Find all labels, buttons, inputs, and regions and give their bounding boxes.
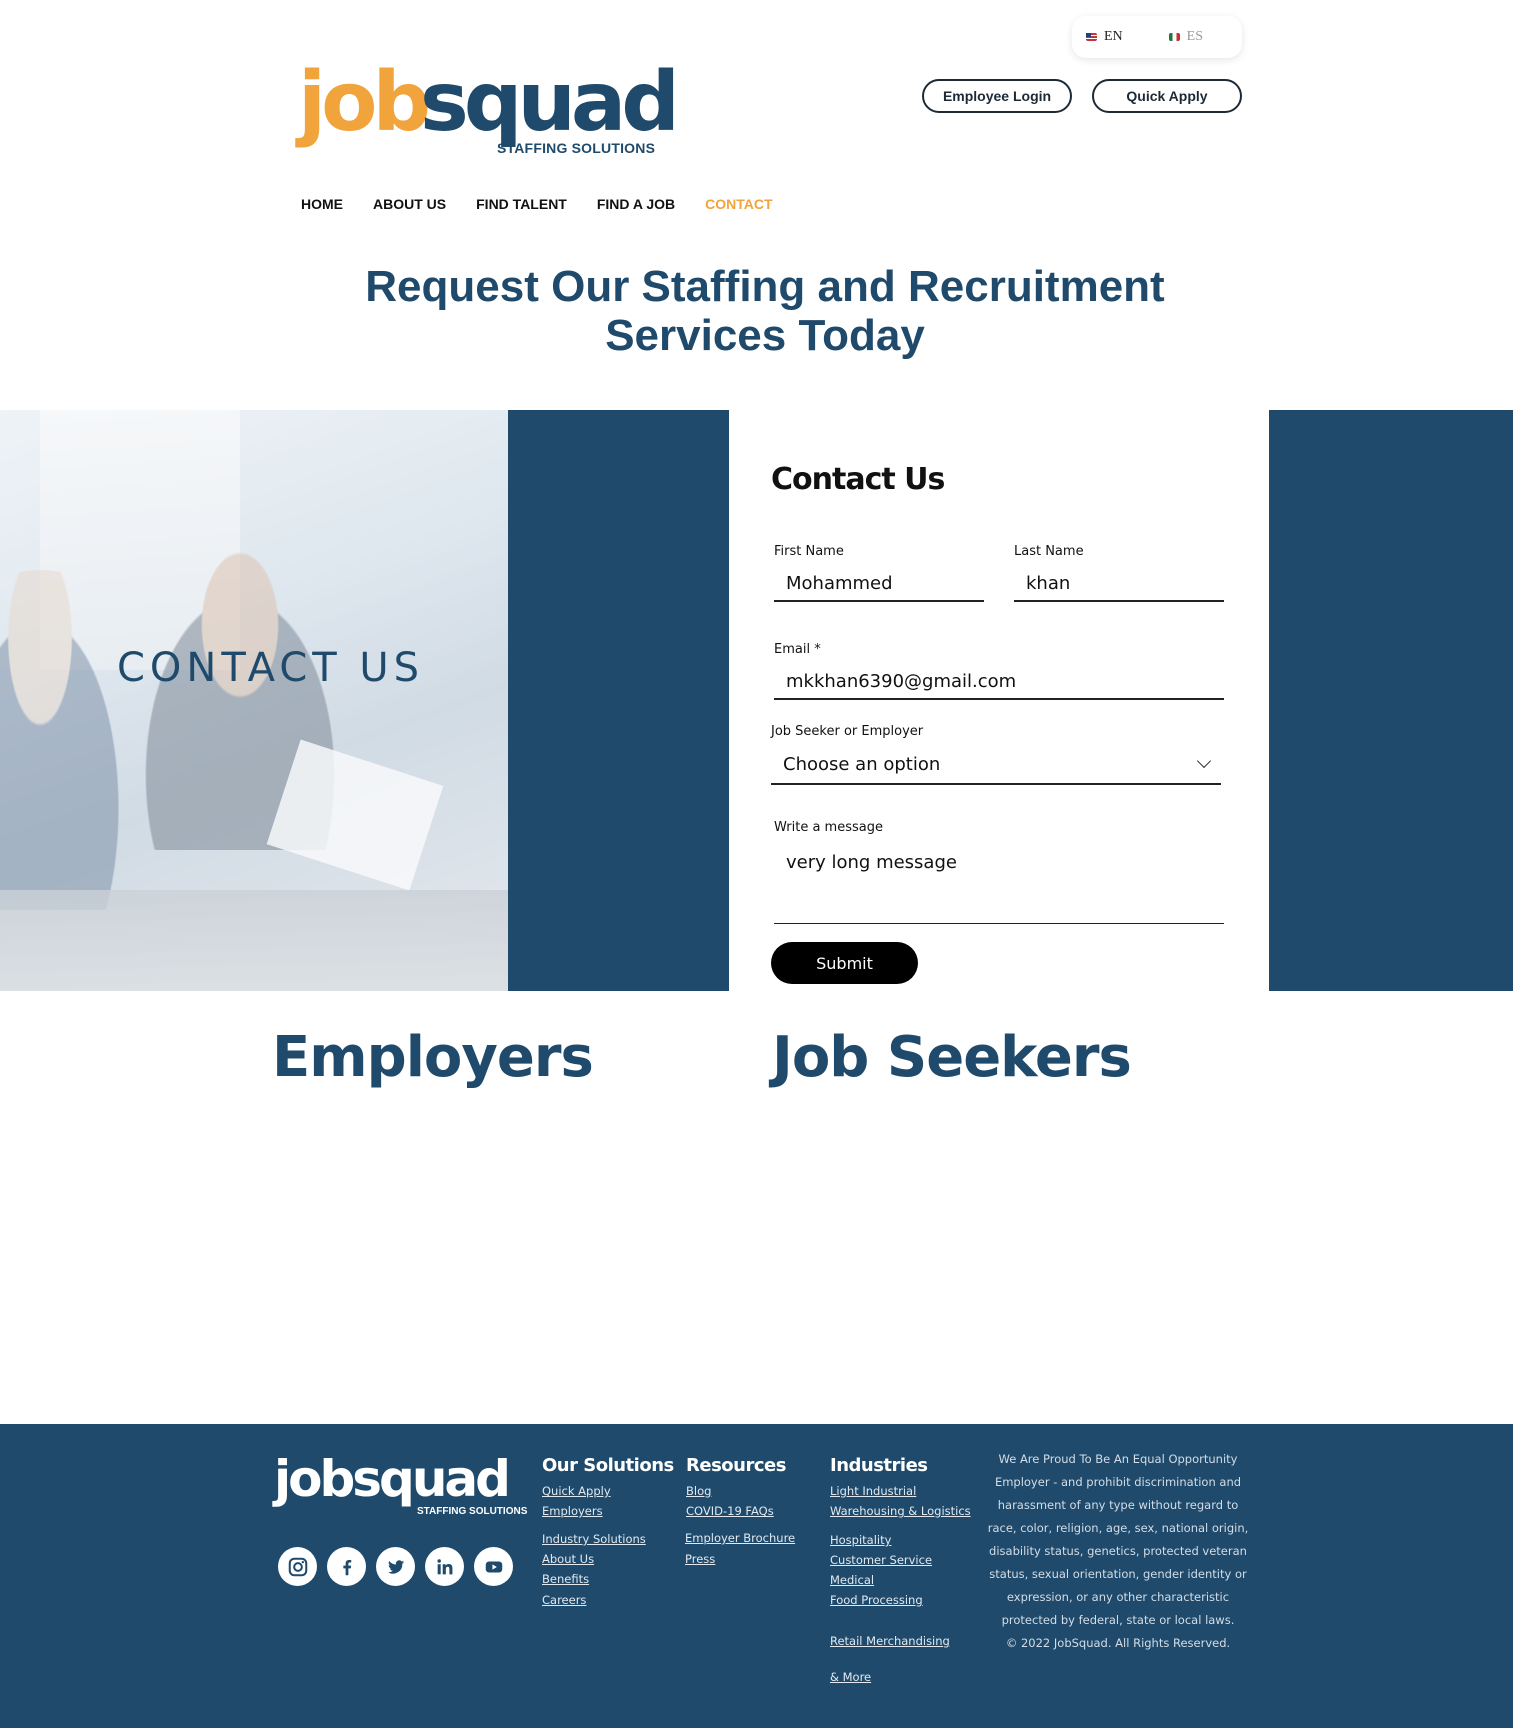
instagram-icon[interactable] xyxy=(278,1547,317,1586)
nav-find-a-job[interactable]: FIND A JOB xyxy=(597,196,675,212)
footer-link-quick-apply[interactable]: Quick Apply xyxy=(542,1484,611,1498)
copyright-text: © 2022 JobSquad. All Rights Reserved. xyxy=(1005,1636,1231,1650)
industries-heading: Industries xyxy=(830,1455,928,1476)
message-label: Write a message xyxy=(774,820,883,835)
youtube-icon[interactable] xyxy=(474,1547,513,1586)
footer-link-covid-faqs[interactable]: COVID-19 FAQs xyxy=(686,1504,774,1518)
submit-button[interactable]: Submit xyxy=(771,942,918,984)
message-textarea[interactable]: very long message xyxy=(774,844,1224,924)
contact-hero-image xyxy=(0,410,508,991)
footer-link-employer-brochure[interactable]: Employer Brochure xyxy=(685,1531,795,1545)
lang-es-label: ES xyxy=(1186,29,1204,44)
nav-contact[interactable]: CONTACT xyxy=(705,196,772,212)
footer-link-careers[interactable]: Careers xyxy=(542,1593,586,1607)
lang-en-label: EN xyxy=(1104,29,1123,44)
linkedin-icon[interactable] xyxy=(425,1547,464,1586)
first-name-field[interactable] xyxy=(774,566,984,602)
footer-link-retail-merchandising[interactable]: Retail Merchandising xyxy=(830,1634,950,1648)
job-seekers-heading: Job Seekers xyxy=(772,1025,1132,1090)
footer-link-food-processing[interactable]: Food Processing xyxy=(830,1593,923,1607)
footer-link-about-us[interactable]: About Us xyxy=(542,1552,594,1566)
facebook-icon[interactable] xyxy=(327,1547,366,1586)
navy-panel-left xyxy=(508,410,729,991)
main-nav: HOME ABOUT US FIND TALENT FIND A JOB CON… xyxy=(301,196,773,212)
logo-job-text: job xyxy=(298,55,431,150)
contact-hero-title: CONTACT US xyxy=(117,645,425,691)
first-name-label: First Name xyxy=(774,544,844,559)
eeo-text: We Are Proud To Be An Equal Opportunity … xyxy=(987,1452,1249,1627)
our-solutions-heading: Our Solutions xyxy=(542,1455,674,1476)
twitter-icon[interactable] xyxy=(376,1547,415,1586)
footer-link-benefits[interactable]: Benefits xyxy=(542,1572,589,1586)
logo-squad-text: squad xyxy=(420,55,680,150)
seeker-type-select[interactable]: Choose an option xyxy=(771,745,1221,785)
last-name-label: Last Name xyxy=(1014,544,1084,559)
nav-find-talent[interactable]: FIND TALENT xyxy=(476,196,567,212)
footer-logo-subtitle: STAFFING SOLUTIONS xyxy=(417,1506,528,1517)
email-field[interactable] xyxy=(774,664,1224,700)
footer-logo[interactable]: jobsquad STAFFING SOLUTIONS xyxy=(274,1450,528,1534)
us-flag-icon xyxy=(1086,33,1097,41)
social-links xyxy=(278,1547,513,1586)
quick-apply-button[interactable]: Quick Apply xyxy=(1092,79,1242,113)
jobsquad-logo[interactable]: job squad STAFFING SOLUTIONS xyxy=(298,55,680,180)
footer-link-blog[interactable]: Blog xyxy=(686,1484,711,1498)
page-headline: Request Our Staffing and Recruitment Ser… xyxy=(365,262,1165,360)
nav-home[interactable]: HOME xyxy=(301,196,343,212)
seeker-type-value: Choose an option xyxy=(783,753,941,775)
mexico-flag-icon xyxy=(1168,33,1180,41)
nav-about-us[interactable]: ABOUT US xyxy=(373,196,446,212)
chevron-down-icon xyxy=(1196,753,1212,769)
footer-link-more[interactable]: & More xyxy=(830,1670,871,1684)
footer-link-industry-solutions[interactable]: Industry Solutions xyxy=(542,1532,646,1546)
seeker-type-label: Job Seeker or Employer xyxy=(771,724,924,739)
employee-login-button[interactable]: Employee Login xyxy=(922,79,1072,113)
lang-en-option[interactable]: EN xyxy=(1086,29,1123,45)
logo-subtitle: STAFFING SOLUTIONS xyxy=(497,140,656,156)
footer-logo-text: jobsquad xyxy=(274,1450,511,1508)
footer-link-light-industrial[interactable]: Light Industrial xyxy=(830,1484,916,1498)
lang-es-option[interactable]: ES xyxy=(1168,29,1204,45)
footer-link-customer-service[interactable]: Customer Service xyxy=(830,1553,932,1567)
resources-heading: Resources xyxy=(686,1455,786,1476)
footer-link-medical[interactable]: Medical xyxy=(830,1573,874,1587)
footer-link-employers[interactable]: Employers xyxy=(542,1504,603,1518)
employers-heading: Employers xyxy=(272,1025,594,1090)
footer-link-warehousing[interactable]: Warehousing & Logistics xyxy=(830,1504,971,1518)
footer-link-press[interactable]: Press xyxy=(685,1552,715,1566)
navy-panel-right xyxy=(1269,410,1513,991)
last-name-field[interactable] xyxy=(1014,566,1224,602)
language-switcher: EN ES xyxy=(1072,16,1242,58)
contact-form-title: Contact Us xyxy=(771,462,945,497)
email-label: Email * xyxy=(774,642,821,657)
eeo-statement: We Are Proud To Be An Equal Opportunity … xyxy=(982,1448,1254,1655)
footer-link-hospitality[interactable]: Hospitality xyxy=(830,1533,891,1547)
